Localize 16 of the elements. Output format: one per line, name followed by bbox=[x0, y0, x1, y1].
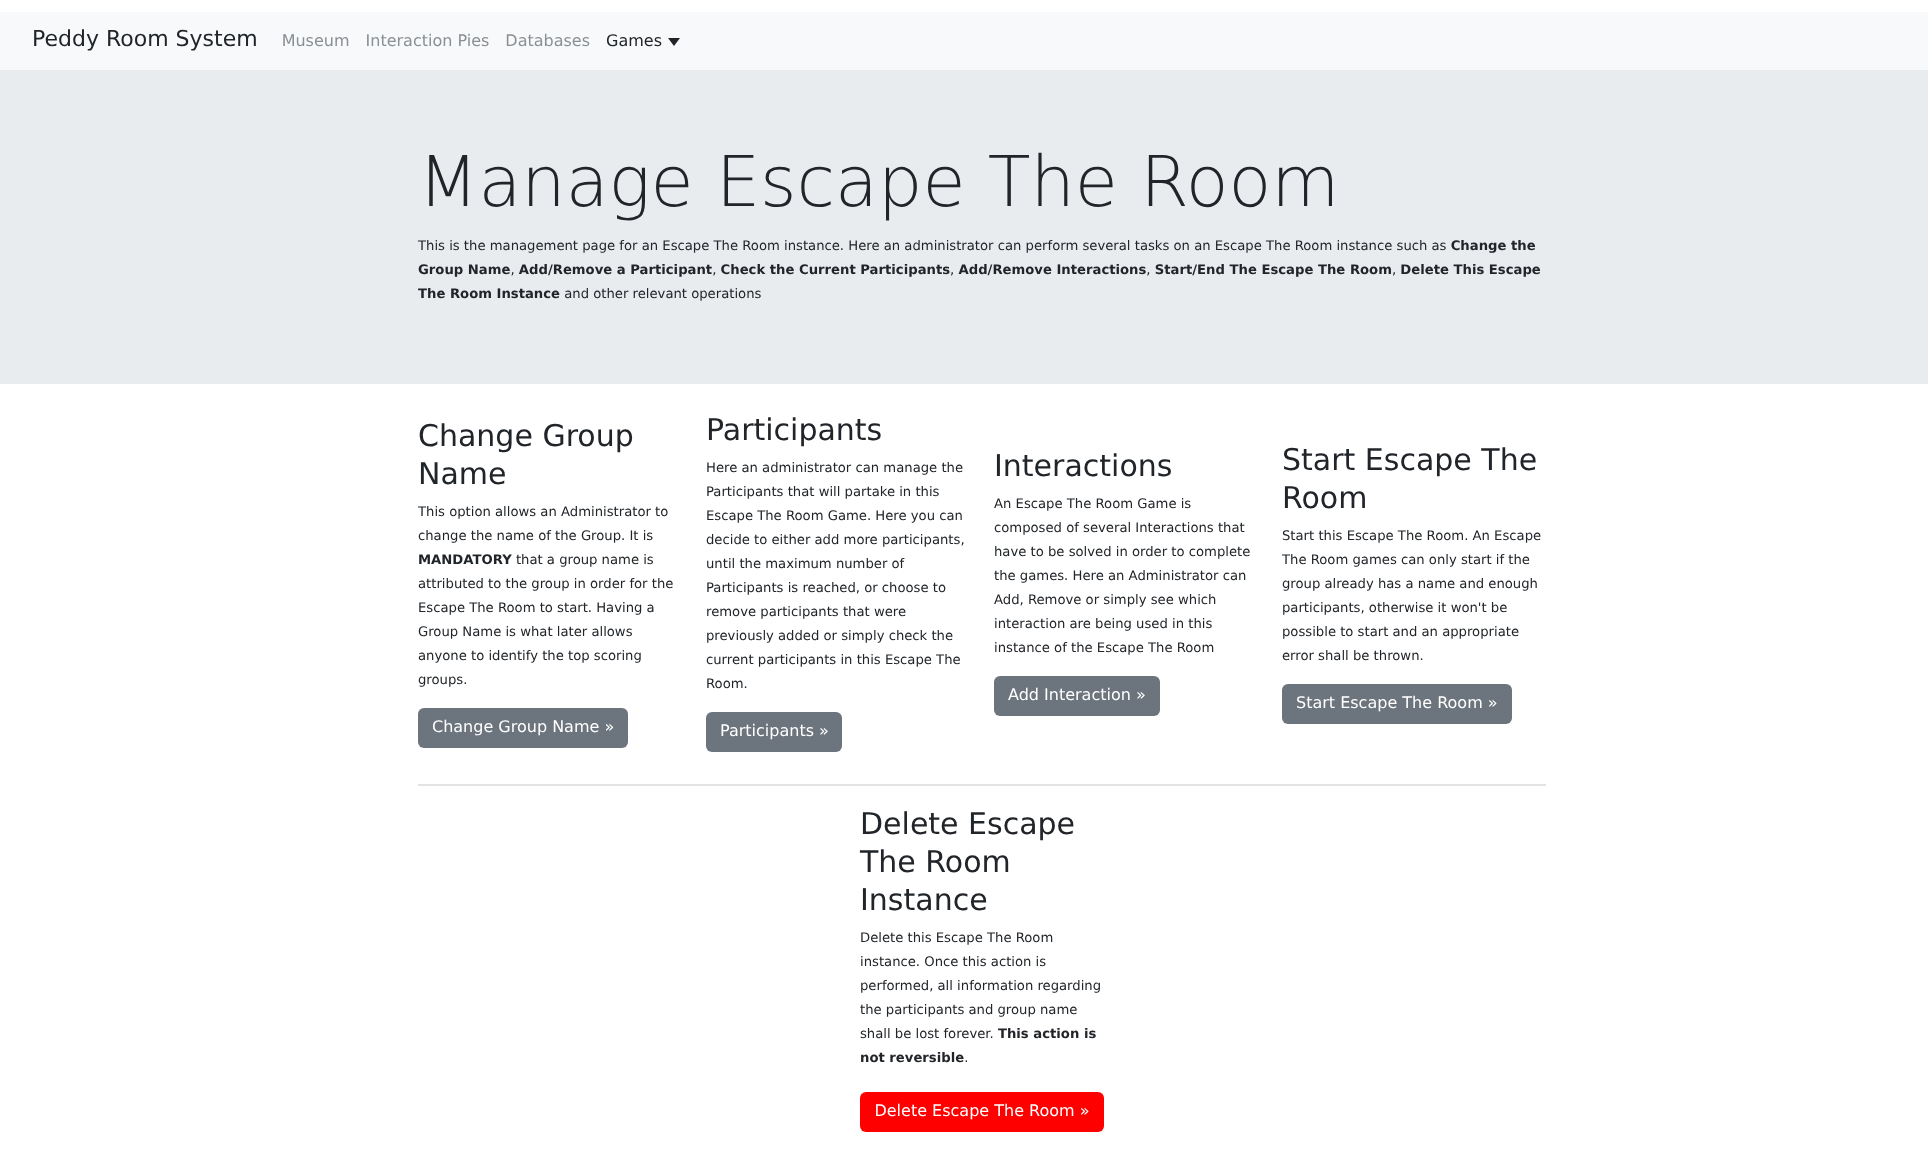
brand-link[interactable]: Peddy Room System bbox=[32, 24, 258, 58]
nav-link[interactable]: Museum bbox=[281, 29, 350, 53]
nav-link[interactable]: Games bbox=[606, 29, 680, 53]
section-heading: Change Group Name bbox=[418, 417, 636, 493]
action-button[interactable]: Participants » bbox=[706, 712, 843, 752]
action-button[interactable]: Add Interaction » bbox=[994, 676, 1160, 716]
delete-button[interactable]: Delete Escape The Room » bbox=[860, 1092, 1104, 1132]
action-button[interactable]: Change Group Name » bbox=[418, 707, 629, 747]
section-heading: Interactions bbox=[994, 448, 1173, 486]
section-heading: Participants bbox=[706, 412, 883, 450]
action-button[interactable]: Start Escape The Room » bbox=[1282, 683, 1512, 723]
nav-link[interactable]: Interaction Pies bbox=[365, 29, 490, 53]
nav-link[interactable]: Databases bbox=[505, 29, 591, 53]
section-heading: Delete Escape The Room Instance bbox=[860, 806, 1078, 920]
page-title: Manage Escape The Room bbox=[418, 142, 1342, 226]
section-heading: Start Escape The Room bbox=[1282, 441, 1540, 517]
